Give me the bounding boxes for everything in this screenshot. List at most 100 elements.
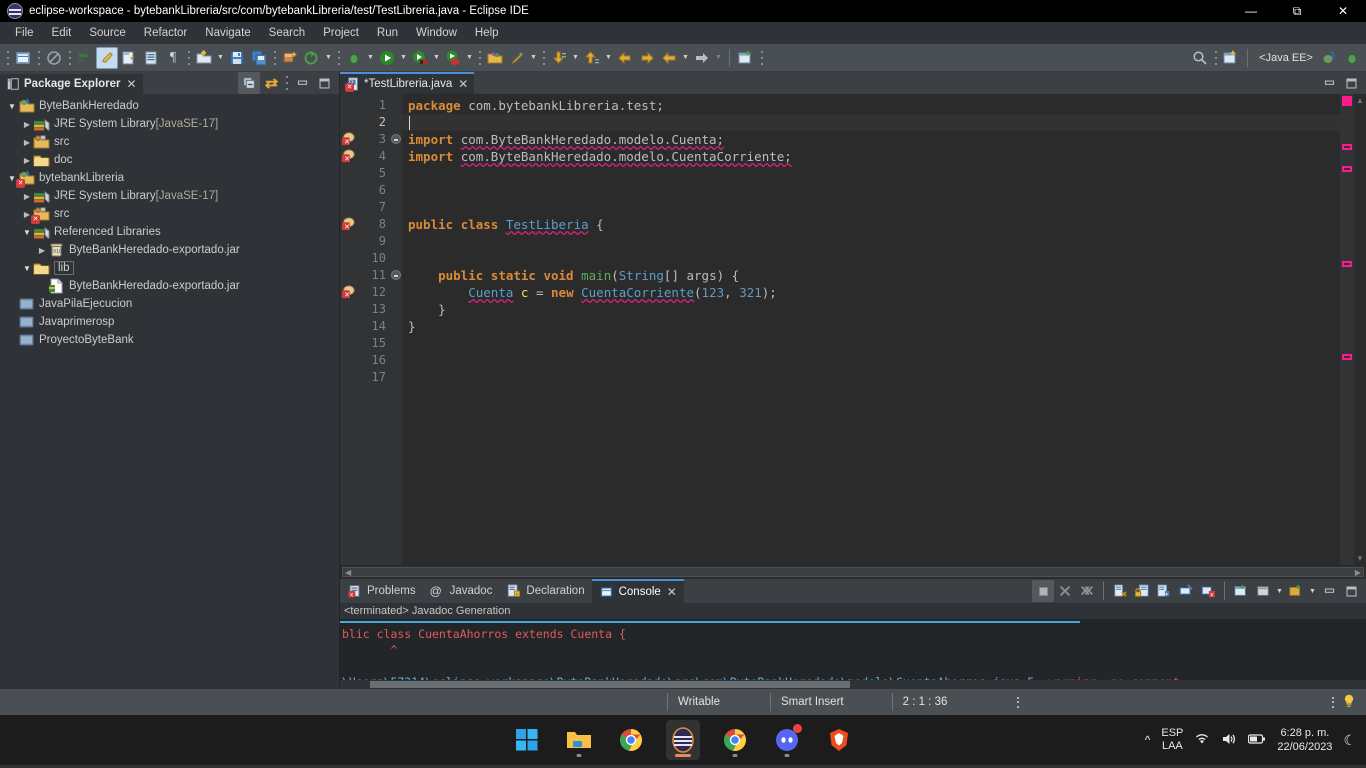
run-as-icon[interactable] (442, 47, 464, 69)
menu-run[interactable]: Run (368, 24, 407, 42)
close-icon[interactable]: ✕ (1320, 0, 1366, 22)
code-line[interactable]: } (402, 318, 1340, 335)
menu-project[interactable]: Project (314, 24, 368, 42)
code-line[interactable] (402, 250, 1340, 267)
minimize-icon[interactable]: — (1228, 0, 1274, 22)
new-folder-icon[interactable] (193, 47, 215, 69)
tree-item[interactable]: ▼ lib (0, 259, 339, 277)
tree-item[interactable]: ▶ 010 ByteBankHeredado-exportado.jar (0, 241, 339, 259)
error-marker-icon[interactable]: ✕ (341, 132, 355, 146)
editor-text[interactable]: package com.bytebankLibreria.test; impor… (402, 94, 1340, 565)
minimize-icon[interactable] (1318, 72, 1340, 94)
console-output[interactable]: blic class CuentaAhorros extends Cuenta … (340, 619, 1366, 680)
maximize-icon[interactable] (1340, 72, 1362, 94)
chevron-down-icon[interactable]: ▼ (6, 102, 18, 111)
eclipse-taskbar-icon[interactable] (666, 720, 700, 760)
chevron-down-icon[interactable]: ▼ (528, 47, 539, 69)
forward-icon[interactable] (691, 47, 713, 69)
tree-item[interactable]: ▶ src (0, 133, 339, 151)
chevron-down-icon[interactable]: ▼ (323, 47, 334, 69)
minimize-icon[interactable] (291, 72, 313, 94)
pin-console-icon[interactable] (1175, 580, 1197, 602)
overview-marker[interactable] (1342, 354, 1352, 360)
tab-console[interactable]: Console ✕ (591, 579, 684, 603)
code-editor[interactable]: ✕ ✕ ✕ ✕ 1 2 3 4 5 6 7 8 9 10 11 12 13 14 15 16 17 package c… (340, 94, 1366, 565)
open-perspective-icon[interactable] (735, 47, 757, 69)
forward-edit-icon[interactable] (636, 47, 658, 69)
tab-package-explorer[interactable]: Package Explorer ✕ (0, 72, 143, 94)
error-marker-icon[interactable]: ✕ (341, 285, 355, 299)
clear-console-icon[interactable] (1109, 580, 1131, 602)
error-marker-icon[interactable]: ✕ (341, 217, 355, 231)
menu-source[interactable]: Source (80, 24, 134, 42)
code-line[interactable]: import com.ByteBankHeredado.modelo.Cuent… (402, 131, 1340, 148)
tree-item[interactable]: ProyectoByteBank (0, 331, 339, 349)
close-icon[interactable]: ✕ (127, 77, 137, 91)
code-line[interactable]: Cuenta c = new CuentaCorriente(123, 321)… (402, 284, 1340, 301)
chevron-down-icon[interactable]: ▼ (215, 47, 226, 69)
overview-marker[interactable] (1342, 144, 1352, 150)
toggle-block-selection-icon[interactable] (96, 46, 118, 69)
new-wizard-icon[interactable] (12, 47, 34, 69)
tree-item[interactable]: ▶ doc (0, 151, 339, 169)
open-console-icon[interactable] (1230, 580, 1252, 602)
code-line[interactable] (402, 199, 1340, 216)
run-coverage-icon[interactable] (409, 47, 431, 69)
chevron-down-icon[interactable]: ▼ (21, 264, 33, 273)
menu-window[interactable]: Window (407, 24, 466, 42)
code-line[interactable]: public class TestLiberia { (402, 216, 1340, 233)
last-edit-location-icon[interactable] (614, 47, 636, 69)
menu-navigate[interactable]: Navigate (196, 24, 259, 42)
new-console-view-icon[interactable] (1252, 580, 1274, 602)
no-edit-icon[interactable] (43, 47, 65, 69)
code-line[interactable] (402, 165, 1340, 182)
code-line[interactable] (402, 114, 1340, 131)
tab-javadoc[interactable]: @ Javadoc (423, 579, 500, 603)
code-line[interactable] (402, 369, 1340, 386)
tree-item[interactable]: JavaPilaEjecucion (0, 295, 339, 313)
code-line[interactable]: } (402, 301, 1340, 318)
code-line[interactable] (402, 233, 1340, 250)
tree-item[interactable]: ▶ JRE System Library [JavaSE-17] (0, 187, 339, 205)
link-with-editor-icon[interactable] (260, 72, 282, 94)
code-line[interactable]: public static void main(String[] args) { (402, 267, 1340, 284)
show-on-output-icon[interactable] (1153, 580, 1175, 602)
console-hscroll-thumb[interactable] (370, 681, 850, 688)
terminate-icon[interactable] (1032, 580, 1054, 602)
status-overflow-icon[interactable] (1332, 696, 1334, 708)
save-icon[interactable] (226, 47, 248, 69)
tab-testlibreria-java[interactable]: J ✕ *TestLibreria.java ✕ (340, 72, 475, 94)
open-perspective-icon[interactable] (1220, 47, 1242, 69)
tab-problems[interactable]: x Problems (340, 579, 423, 603)
chevron-right-icon[interactable]: ▶ (21, 192, 33, 201)
display-selected-console-icon[interactable]: x (1197, 580, 1219, 602)
tree-item[interactable]: Javaprimerosp (0, 313, 339, 331)
back-icon[interactable] (658, 47, 680, 69)
chevron-down-icon[interactable]: ▼ (431, 47, 442, 69)
menu-search[interactable]: Search (260, 24, 314, 42)
previous-annotation-icon[interactable] (581, 47, 603, 69)
maximize-icon[interactable] (313, 72, 335, 94)
error-marker-icon[interactable]: ✕ (341, 149, 355, 163)
toggle-mark-occurrences-icon[interactable] (74, 47, 96, 69)
run-icon[interactable] (376, 47, 398, 69)
overview-error-summary[interactable] (1342, 96, 1352, 106)
chevron-right-icon[interactable]: ▶ (36, 246, 48, 255)
menu-edit[interactable]: Edit (43, 24, 81, 42)
pilcrow-icon[interactable]: ¶ (162, 47, 184, 69)
scroll-lock-icon[interactable] (1131, 580, 1153, 602)
chevron-down-icon[interactable]: ▼ (680, 47, 691, 69)
tree-item[interactable]: ByteBankHeredado-exportado.jar (0, 277, 339, 295)
overview-marker[interactable] (1342, 261, 1352, 267)
package-explorer-tree[interactable]: ▼ ByteBankHeredado ▶ JRE System Library [Ja… (0, 94, 339, 689)
maximize-icon[interactable] (1340, 580, 1362, 602)
tree-item[interactable]: ▼ ✕ bytebankLibreria (0, 169, 339, 188)
scroll-down-icon[interactable]: ▼ (1356, 554, 1364, 563)
editor-marker-column[interactable]: ✕ ✕ ✕ ✕ (340, 94, 356, 565)
editor-hscroll-thumb[interactable]: ◀ ▶ (342, 567, 1364, 577)
next-annotation-icon[interactable] (548, 47, 570, 69)
editor-folding-column[interactable] (390, 94, 402, 565)
restore-icon[interactable]: ⧉ (1274, 0, 1320, 22)
console-horizontal-scrollbar[interactable] (340, 680, 1366, 689)
debug-icon[interactable] (343, 47, 365, 69)
